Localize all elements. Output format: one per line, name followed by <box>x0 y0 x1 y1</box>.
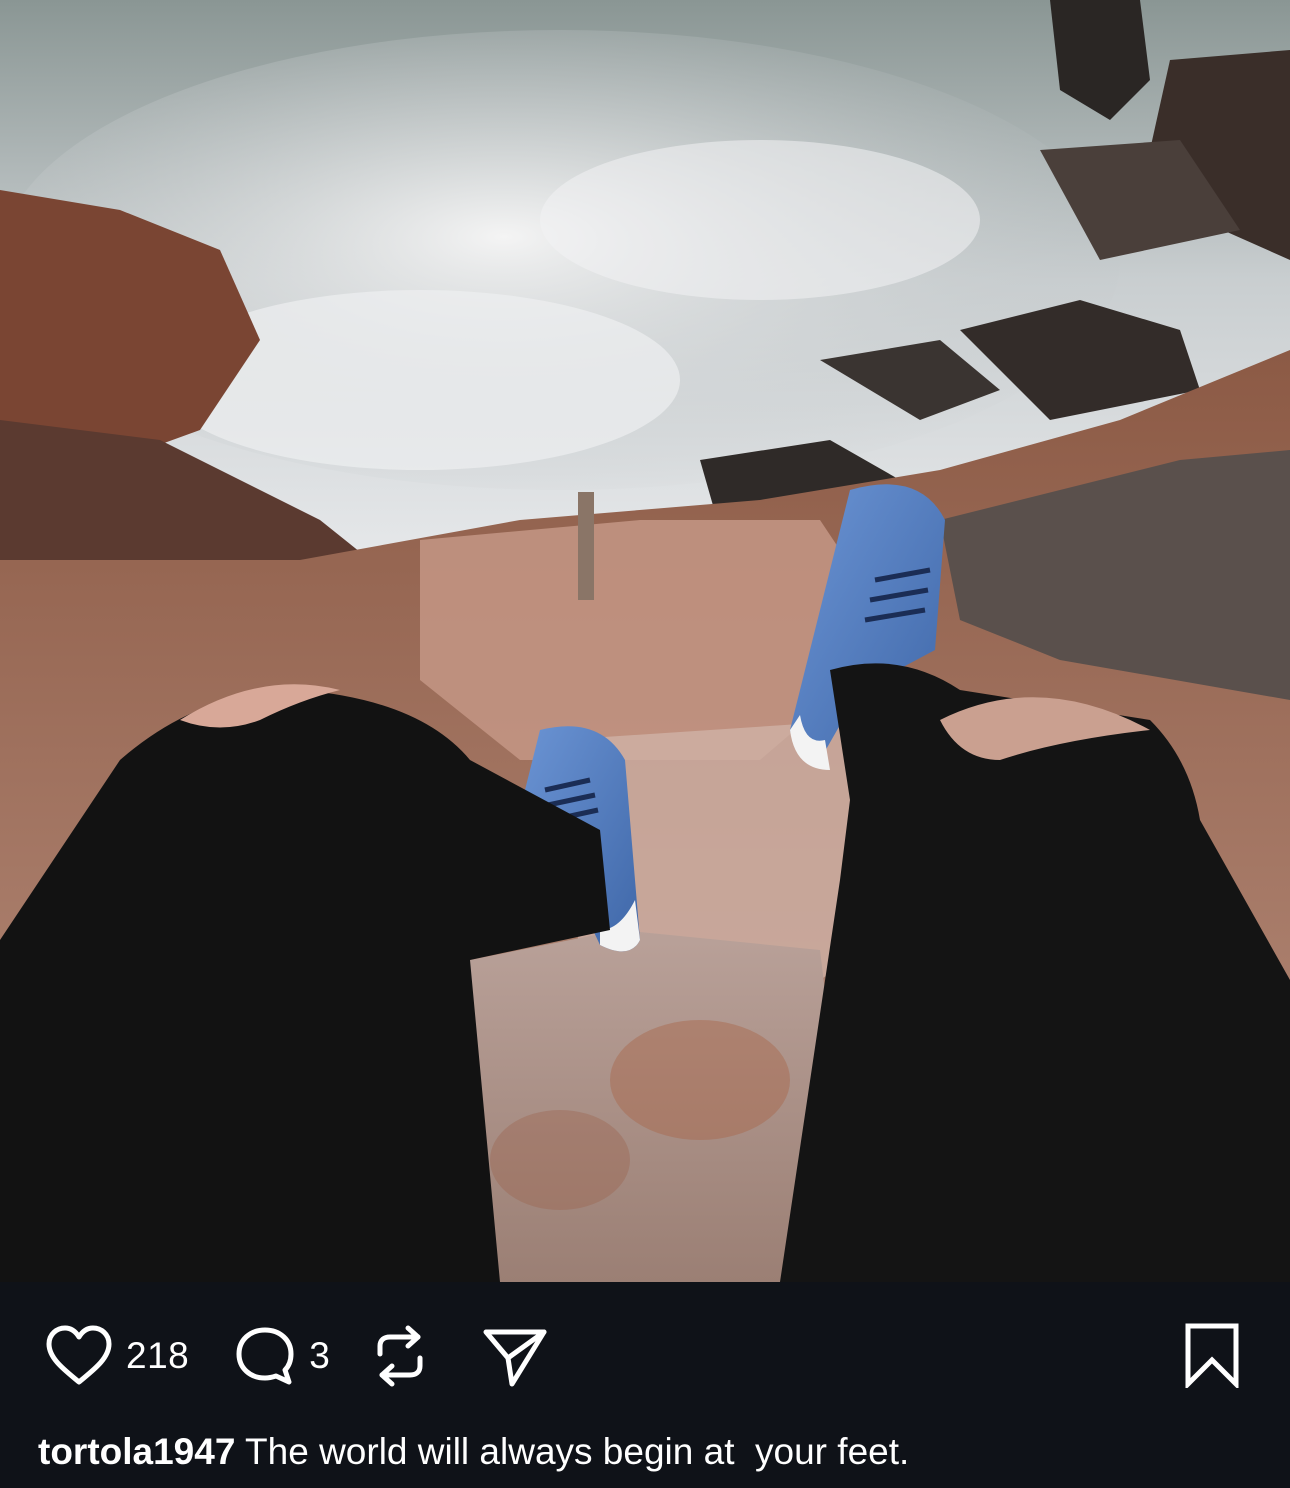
post-caption: tortola1947 The world will always begin … <box>38 1430 909 1474</box>
heart-icon <box>46 1325 112 1385</box>
caption-text: The world will always begin at your feet… <box>235 1431 910 1472</box>
post-photo-illustration <box>0 0 1290 1282</box>
send-icon <box>483 1329 547 1387</box>
caption-username[interactable]: tortola1947 <box>38 1431 235 1472</box>
like-count: 218 <box>126 1335 190 1376</box>
share-button[interactable] <box>482 1324 548 1388</box>
comment-bubble-icon <box>236 1327 294 1385</box>
like-button[interactable]: 218 <box>44 1324 189 1388</box>
bookmark-icon <box>1185 1323 1239 1391</box>
post-action-bar: 218 3 tortola1947 The world will always … <box>0 1282 1290 1488</box>
post-actions: 218 3 <box>44 1320 548 1392</box>
post-image[interactable] <box>0 0 1290 1282</box>
bookmark-button[interactable] <box>1184 1322 1240 1393</box>
comment-button[interactable]: 3 <box>233 1324 330 1388</box>
comment-count: 3 <box>309 1335 331 1376</box>
repost-icon <box>377 1325 423 1387</box>
repost-button[interactable] <box>370 1324 430 1388</box>
